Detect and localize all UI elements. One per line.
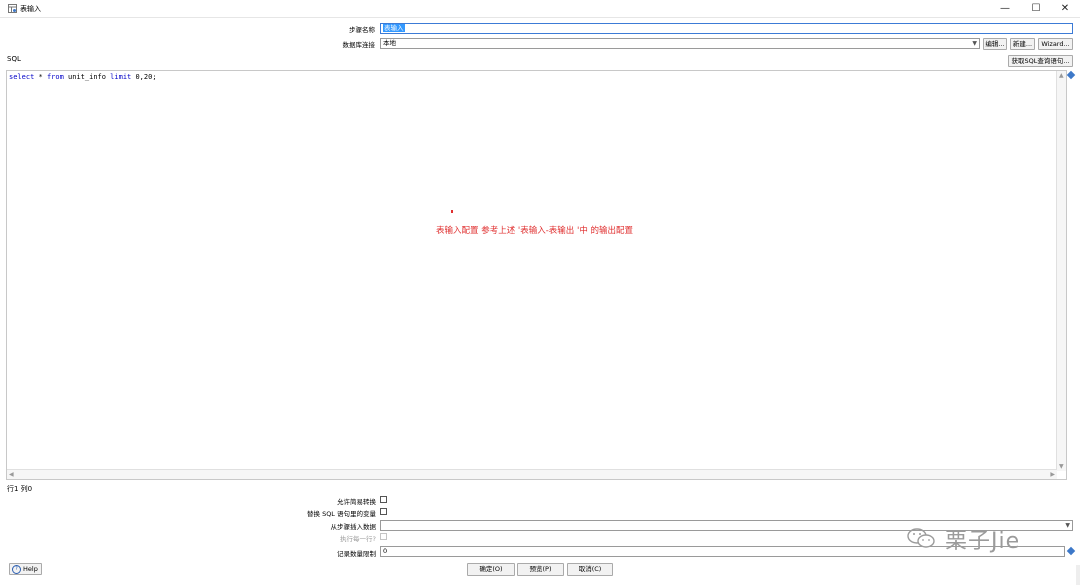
sql-editor[interactable]: select * from unit_info limit 0,20; ▲ ▼ … (6, 70, 1067, 480)
annotation-text: 表输入配置 参考上述 '表输入-表输出 '中 的输出配置 (436, 226, 634, 236)
get-sql-button[interactable]: 获取SQL查询语句... (1008, 55, 1073, 67)
step-name-input[interactable]: 表输入 (380, 23, 1073, 34)
sql-text: 0,20; (131, 73, 157, 81)
insert-from-step-label: 从步骤插入数据 (330, 523, 377, 531)
sql-keyword: limit (110, 73, 132, 81)
lazy-conversion-label: 允许简易转换 (337, 498, 376, 506)
sql-code: select * from unit_info limit 0,20; (9, 73, 157, 81)
cursor-position: 行1 列0 (7, 485, 33, 493)
help-circle-icon: ? (12, 565, 21, 574)
window-title: 表输入 (20, 5, 41, 13)
execute-each-row-checkbox[interactable] (380, 533, 387, 540)
chevron-down-icon: ▼ (1065, 522, 1070, 529)
minimize-icon: — (1000, 3, 1010, 14)
preview-button[interactable]: 预览(P) (517, 563, 564, 576)
step-name-value: 表输入 (383, 24, 405, 32)
maximize-button[interactable]: ☐ (1021, 0, 1051, 17)
sql-text: * (34, 73, 47, 81)
limit-label: 记录数量限制 (337, 550, 376, 558)
window-resize-grip[interactable] (1076, 565, 1080, 585)
annotation-mark (451, 210, 453, 213)
ok-button[interactable]: 确定(O) (467, 563, 515, 576)
execute-each-row-label: 执行每一行? (340, 535, 376, 543)
scroll-down-icon[interactable]: ▼ (1059, 463, 1064, 470)
wizard-button[interactable]: Wizard... (1038, 38, 1073, 50)
cancel-button[interactable]: 取消(C) (567, 563, 613, 576)
horizontal-scrollbar[interactable]: ◀ ▶ (7, 469, 1057, 479)
db-connection-value: 本地 (383, 39, 396, 47)
chevron-down-icon: ▼ (972, 40, 977, 47)
new-connection-button[interactable]: 新建... (1010, 38, 1035, 50)
edit-connection-button[interactable]: 编辑... (983, 38, 1007, 50)
step-name-label: 步骤名称 (349, 26, 375, 34)
minimize-button[interactable]: — (990, 0, 1020, 17)
db-connection-select[interactable]: 本地 ▼ (380, 38, 980, 49)
close-button[interactable]: ✕ (1050, 0, 1080, 17)
replace-variables-checkbox[interactable] (380, 508, 387, 515)
variable-diamond-icon (1066, 70, 1076, 80)
db-connection-label: 数据库连接 (342, 41, 376, 49)
scroll-left-icon[interactable]: ◀ (9, 471, 14, 478)
wechat-icon (907, 528, 935, 548)
sql-keyword: from (46, 73, 64, 81)
watermark-text: 栗子Jie (945, 529, 1021, 554)
variable-diamond-icon (1066, 546, 1076, 556)
title-bar: 表输入 — ☐ ✕ (0, 0, 1080, 18)
sql-label: SQL (7, 55, 21, 63)
close-icon: ✕ (1060, 3, 1070, 14)
scroll-right-icon[interactable]: ▶ (1050, 471, 1055, 478)
help-label: Help (23, 565, 38, 573)
limit-value: 0 (383, 547, 388, 555)
sql-text: unit_info (63, 73, 111, 81)
table-input-icon (8, 4, 17, 13)
help-button[interactable]: ? Help (9, 563, 42, 575)
scroll-up-icon[interactable]: ▲ (1059, 72, 1064, 79)
sql-keyword: select (9, 73, 35, 81)
replace-variables-label: 替换 SQL 语句里的变量 (307, 510, 376, 518)
lazy-conversion-checkbox[interactable] (380, 496, 387, 503)
maximize-icon: ☐ (1031, 3, 1041, 14)
vertical-scrollbar[interactable]: ▲ ▼ (1056, 71, 1066, 471)
